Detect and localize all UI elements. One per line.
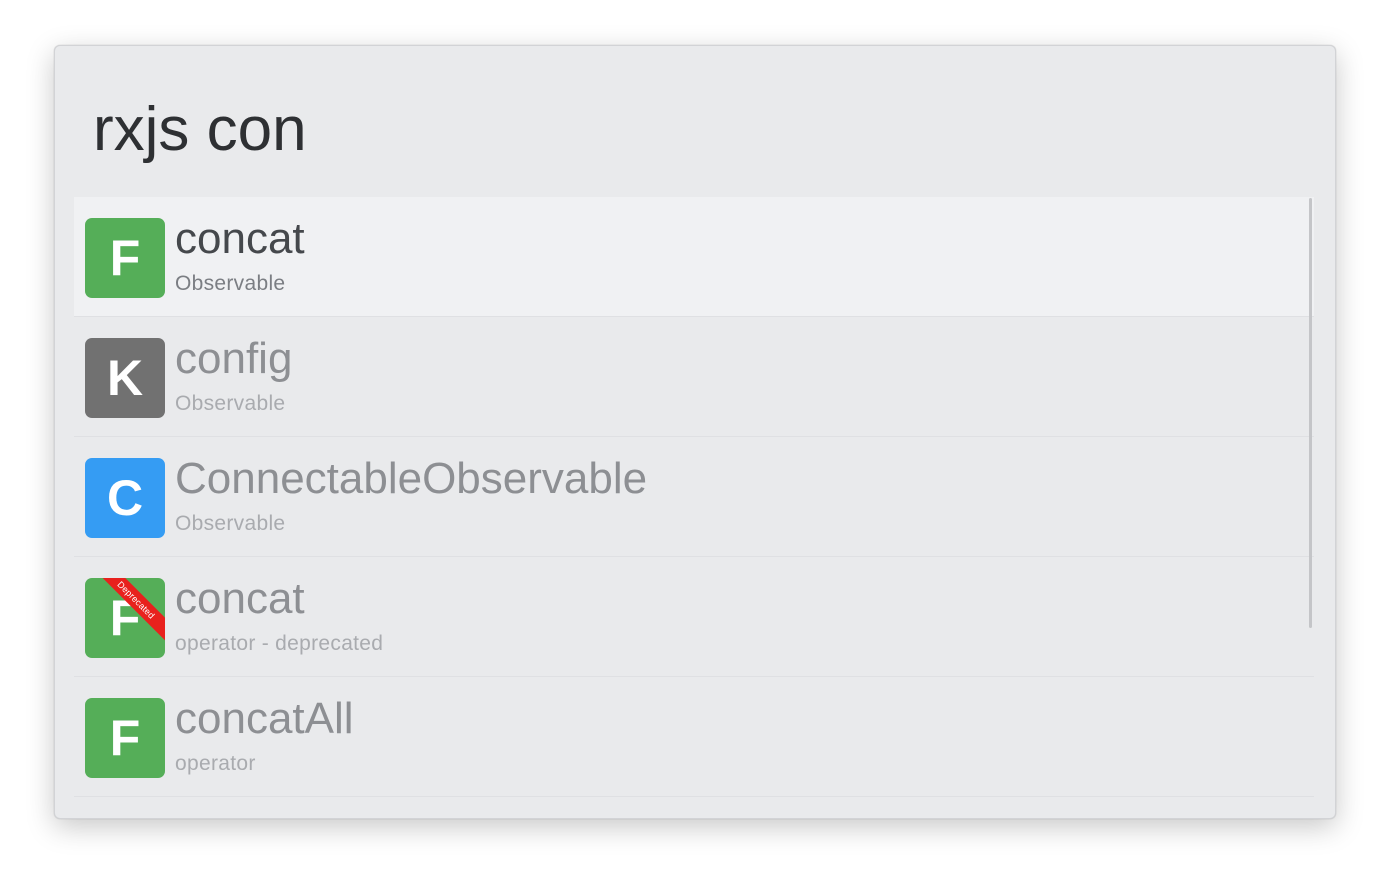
results-scrollbar[interactable] <box>1309 198 1312 628</box>
result-subtitle: Observable <box>175 512 286 535</box>
function-type-icon: F <box>85 698 165 778</box>
result-subtitle: operator <box>175 752 256 775</box>
result-row-concat-operator[interactable]: F Deprecated concat operator - deprecate… <box>74 557 1314 677</box>
result-row-config[interactable]: K config Observable <box>74 317 1314 437</box>
result-row-concatall[interactable]: F concatAll operator <box>74 677 1314 797</box>
class-type-icon: C <box>85 458 165 538</box>
result-row-concat-observable[interactable]: F concat Observable <box>74 197 1314 317</box>
badge-letter: F <box>109 710 141 766</box>
result-title: concat <box>175 574 305 623</box>
result-row-connectable-observable[interactable]: C ConnectableObservable Observable <box>74 437 1314 557</box>
result-title: concatAll <box>175 694 354 743</box>
result-subtitle: Observable <box>175 272 286 295</box>
result-subtitle: Observable <box>175 392 286 415</box>
constant-type-icon: K <box>85 338 165 418</box>
result-title: config <box>175 334 293 383</box>
results-list: F concat Observable K config Observable … <box>74 197 1314 797</box>
result-title: concat <box>175 214 305 263</box>
result-subtitle: operator - deprecated <box>175 632 384 655</box>
badge-letter: F <box>109 230 141 286</box>
result-title: ConnectableObservable <box>175 454 648 503</box>
badge-letter: K <box>106 350 144 406</box>
function-type-icon: F <box>85 218 165 298</box>
function-type-icon: F Deprecated <box>85 578 165 658</box>
badge-letter: C <box>106 470 144 526</box>
search-input[interactable]: rxjs con <box>93 90 307 170</box>
launcher-window: rxjs con F concat Observable K config Ob… <box>54 45 1336 819</box>
